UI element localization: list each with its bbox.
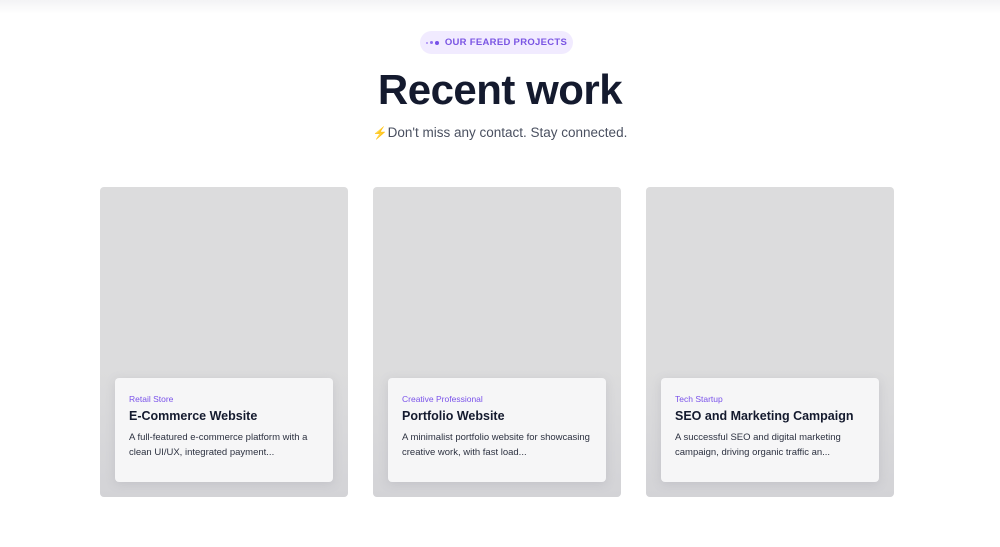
project-description: A successful SEO and digital marketing c… [675, 432, 841, 458]
section-badge-label: OUR FEARED PROJECTS [444, 37, 568, 48]
project-card-portfolio[interactable]: Creative Professional Portfolio Website … [373, 187, 621, 497]
project-description: A minimalist portfolio website for showc… [402, 432, 590, 458]
section-title: Recent work [377, 66, 623, 113]
project-category: Tech Startup [675, 394, 723, 404]
page: OUR FEARED PROJECTS Recent work ⚡Don't m… [0, 0, 1000, 547]
project-card-seo[interactable]: Tech Startup SEO and Marketing Campaign … [646, 187, 894, 497]
dots-icon [425, 40, 439, 45]
project-category: Creative Professional [402, 394, 483, 404]
project-title[interactable]: SEO and Marketing Campaign [675, 408, 865, 424]
section-subtitle-text: Don't miss any contact. Stay connected. [387, 125, 628, 140]
project-title[interactable]: Portfolio Website [402, 408, 592, 424]
section-badge: OUR FEARED PROJECTS [420, 31, 573, 54]
project-card-info[interactable]: Creative Professional Portfolio Website … [388, 378, 606, 482]
project-card-ecommerce[interactable]: Retail Store E-Commerce Website A full-f… [100, 187, 348, 497]
project-card-info[interactable]: Tech Startup SEO and Marketing Campaign … [661, 378, 879, 482]
section-subtitle: ⚡Don't miss any contact. Stay connected. [0, 123, 1000, 143]
lightning-icon: ⚡ [372, 126, 388, 140]
header-shadow [0, 0, 1000, 14]
project-category: Retail Store [129, 394, 174, 404]
project-title[interactable]: E-Commerce Website [129, 408, 319, 424]
project-description: A full-featured e-commerce platform with… [129, 432, 308, 458]
project-card-info[interactable]: Retail Store E-Commerce Website A full-f… [115, 378, 333, 482]
